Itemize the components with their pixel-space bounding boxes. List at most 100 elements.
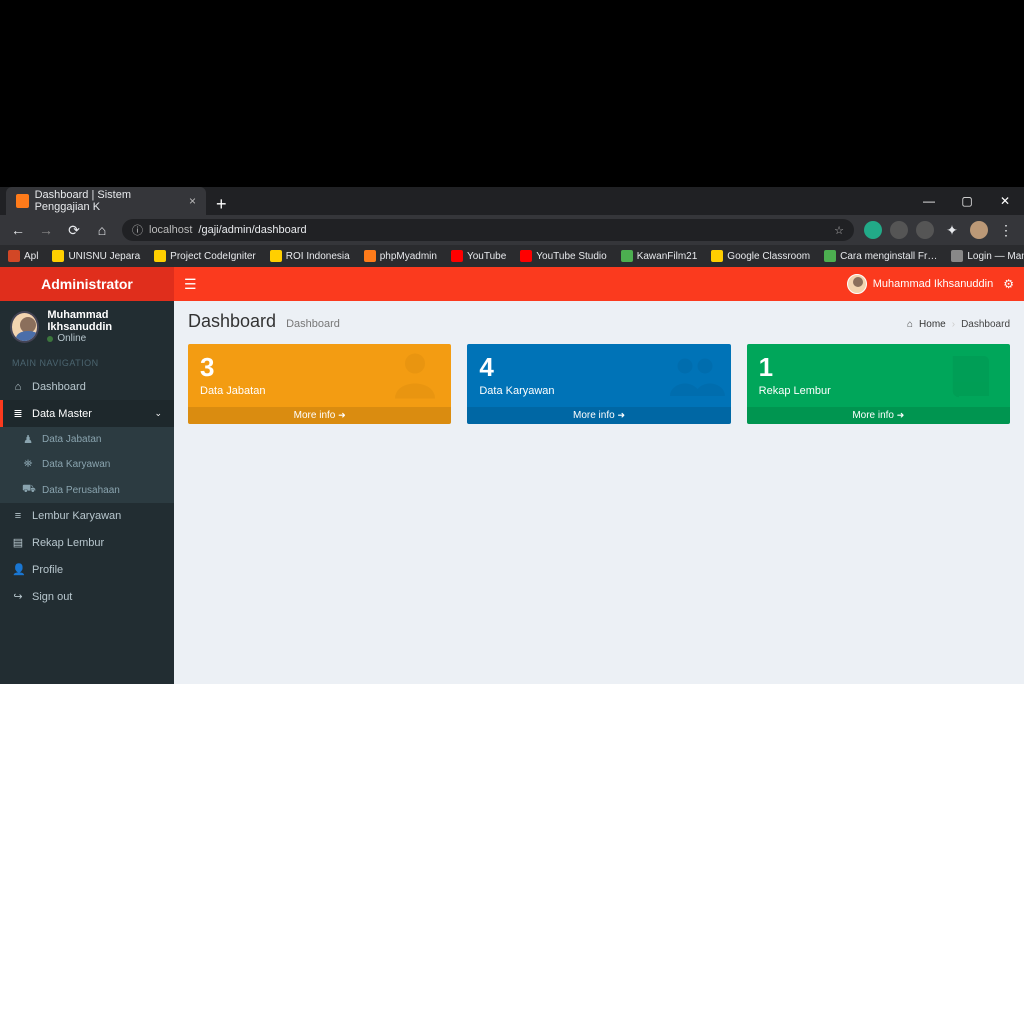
menu-icon: ≣ <box>12 407 24 420</box>
bookmark-item[interactable]: phpMyadmin <box>364 250 437 262</box>
bookmark-favicon-icon <box>711 250 723 262</box>
bookmark-item[interactable]: ROI Indonesia <box>270 250 350 262</box>
sidebar-subitem-data-perusahaan[interactable]: ⛟Data Perusahaan <box>0 477 174 503</box>
bookmark-favicon-icon <box>951 250 963 262</box>
bookmark-favicon-icon <box>451 250 463 262</box>
ext-icon[interactable] <box>890 221 908 239</box>
bookmark-item[interactable]: YouTube <box>451 250 506 262</box>
sidebar-username: Muhammad Ikhsanuddin <box>47 309 164 333</box>
arrow-right-icon: ➜ <box>338 410 346 420</box>
menu-icon: ↪ <box>12 590 24 603</box>
sidebar-item-label: Profile <box>32 564 63 576</box>
more-info-link[interactable]: More info ➜ <box>467 407 730 424</box>
sidebar-item-lembur-karyawan[interactable]: ≡Lembur Karyawan <box>0 503 174 529</box>
browser-tabbar: Dashboard | Sistem Penggajian K × + <box>0 187 1024 215</box>
arrow-right-icon: ➜ <box>617 410 625 420</box>
window-minimize-button[interactable]: ― <box>910 187 948 215</box>
nav-reload-icon[interactable]: ⟳ <box>62 218 86 242</box>
sidebar-item-data-master[interactable]: ≣Data Master⌄ <box>0 400 174 427</box>
book-icon <box>944 346 1004 406</box>
tab-close-icon[interactable]: × <box>189 194 196 208</box>
sidebar-item-label: Data Jabatan <box>42 434 102 445</box>
bookmark-item[interactable]: Google Classroom <box>711 250 810 262</box>
doctor-icon <box>385 346 445 406</box>
tab-title: Dashboard | Sistem Penggajian K <box>35 189 183 213</box>
page-subtitle: Dashboard <box>286 318 340 330</box>
sidebar-item-label: Sign out <box>32 591 72 603</box>
window-controls: ― ▢ ✕ <box>910 187 1024 215</box>
bookmark-favicon-icon <box>270 250 282 262</box>
browser-address-bar: ← → ⟳ ⌂ ⓘ localhost/gaji/admin/dashboard… <box>0 215 1024 245</box>
bookmark-favicon-icon <box>154 250 166 262</box>
bookmark-item[interactable]: Cara menginstall Fr… <box>824 250 937 262</box>
sidebar-item-label: Dashboard <box>32 381 86 393</box>
sidebar-item-profile[interactable]: 👤Profile <box>0 556 174 583</box>
profile-avatar-icon[interactable] <box>970 221 988 239</box>
browser-tab-active[interactable]: Dashboard | Sistem Penggajian K × <box>6 187 206 215</box>
nav-home-icon[interactable]: ⌂ <box>90 218 114 242</box>
sidebar-item-sign-out[interactable]: ↪ Sign out <box>0 583 174 610</box>
nav-back-icon[interactable]: ← <box>6 218 30 242</box>
bookmark-item[interactable]: Project CodeIgniter <box>154 250 256 262</box>
sidebar-user-panel: Muhammad Ikhsanuddin Online <box>0 301 174 352</box>
sidebar-subitem-data-karyawan[interactable]: ⛯Data Karyawan <box>0 452 174 477</box>
page-header: Dashboard Dashboard ⌂ Home › Dashboard <box>188 311 1010 332</box>
bookmark-favicon-icon <box>52 250 64 262</box>
bookmarks-bar: Apl UNISNU Jepara Project CodeIgniter ROI I… <box>0 245 1024 267</box>
sidebar-user-status: Online <box>47 333 164 344</box>
content-area: Dashboard Dashboard ⌂ Home › Dashboard 3… <box>174 301 1024 684</box>
window-close-button[interactable]: ✕ <box>986 187 1024 215</box>
page-title: Dashboard <box>188 311 276 332</box>
browser-chrome: Dashboard | Sistem Penggajian K × + ― ▢ … <box>0 0 1024 247</box>
bookmark-favicon-icon <box>364 250 376 262</box>
info-box-data-karyawan: 4Data KaryawanMore info ➜ <box>467 344 730 424</box>
bookmark-item[interactable]: YouTube Studio <box>520 250 606 262</box>
window-maximize-button[interactable]: ▢ <box>948 187 986 215</box>
info-box-rekap-lembur: 1Rekap LemburMore info ➜ <box>747 344 1010 424</box>
nav-forward-icon[interactable]: → <box>34 218 58 242</box>
menu-icon: ⛯ <box>22 458 34 471</box>
app-navbar: ☰ Muhammad Ikhsanuddin ⚙ <box>174 267 1024 301</box>
nav-header: MAIN NAVIGATION <box>0 352 174 374</box>
app-brand[interactable]: Administrator <box>0 267 174 301</box>
menu-icon: ≡ <box>12 510 24 522</box>
avatar-icon <box>10 311 39 343</box>
bookmark-item[interactable]: Login — Manajeme… <box>951 250 1024 262</box>
home-icon: ⌂ <box>907 319 913 330</box>
sidebar: Muhammad Ikhsanuddin Online MAIN NAVIGAT… <box>0 301 174 684</box>
online-dot-icon <box>47 336 53 342</box>
url-domain: localhost <box>149 224 192 236</box>
users-icon <box>665 346 725 406</box>
ext-icon[interactable] <box>916 221 934 239</box>
extensions-icon[interactable]: ✦ <box>940 218 964 242</box>
new-tab-button[interactable]: + <box>206 194 237 215</box>
navbar-user-menu[interactable]: Muhammad Ikhsanuddin <box>847 274 993 294</box>
favicon-icon <box>16 194 29 208</box>
bookmark-item[interactable]: KawanFilm21 <box>621 250 698 262</box>
arrow-right-icon: ➜ <box>897 410 905 420</box>
avatar-icon <box>847 274 867 294</box>
breadcrumb: ⌂ Home › Dashboard <box>907 319 1010 330</box>
more-info-link[interactable]: More info ➜ <box>188 407 451 424</box>
chevron-down-icon: ⌄ <box>154 408 162 419</box>
breadcrumb-home[interactable]: Home <box>919 319 946 330</box>
bookmark-favicon-icon <box>824 250 836 262</box>
menu-icon: ⛟ <box>22 483 34 497</box>
url-path: /gaji/admin/dashboard <box>198 224 306 236</box>
bookmark-favicon-icon <box>621 250 633 262</box>
settings-icon[interactable]: ⚙ <box>1003 277 1014 291</box>
ext-icon[interactable] <box>864 221 882 239</box>
url-input[interactable]: ⓘ localhost/gaji/admin/dashboard ☆ <box>122 219 854 241</box>
sidebar-item-rekap-lembur[interactable]: ▤Rekap Lembur <box>0 529 174 556</box>
app-window: Administrator ☰ Muhammad Ikhsanuddin ⚙ M… <box>0 267 1024 684</box>
menu-icon: ♟ <box>22 433 34 446</box>
more-info-link[interactable]: More info ➜ <box>747 407 1010 424</box>
browser-menu-icon[interactable]: ⋮ <box>994 218 1018 242</box>
star-icon[interactable]: ☆ <box>834 224 844 237</box>
bookmark-item[interactable]: UNISNU Jepara <box>52 250 140 262</box>
sidebar-toggle-icon[interactable]: ☰ <box>184 276 197 293</box>
menu-icon: ▤ <box>12 536 24 549</box>
bookmark-item[interactable]: Apl <box>8 250 38 262</box>
sidebar-item-dashboard[interactable]: ⌂Dashboard <box>0 374 174 400</box>
sidebar-subitem-data-jabatan[interactable]: ♟ Data Jabatan <box>0 427 174 452</box>
